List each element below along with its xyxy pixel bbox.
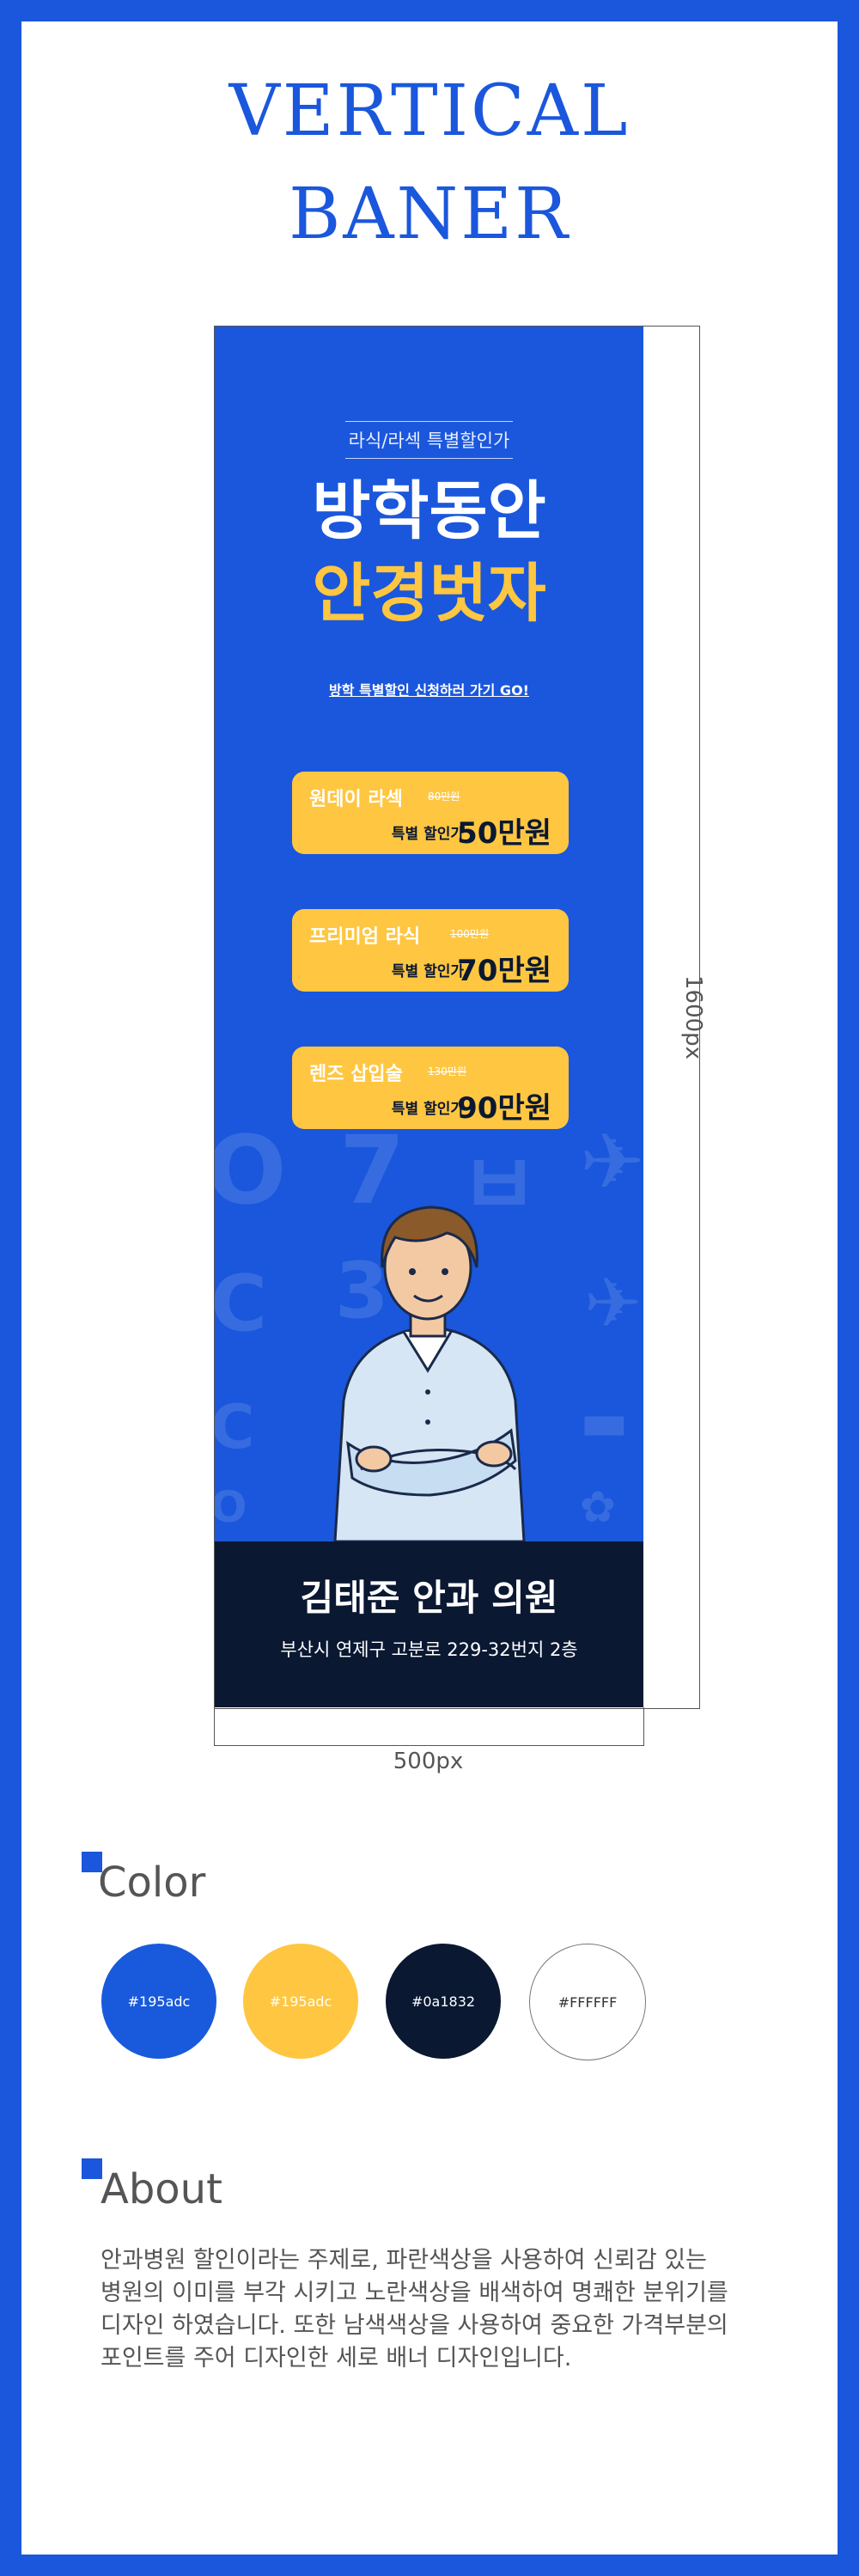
color-swatch: #195adc — [243, 1944, 358, 2059]
offer-name: 프리미엄 라식 — [309, 926, 421, 948]
offer-old-price: 100만원 — [450, 928, 489, 940]
offer-price: 50만원 — [457, 816, 551, 851]
butterfly-icon: ✿ — [580, 1482, 616, 1532]
color-swatch: #195adc — [101, 1944, 216, 2059]
offer-old-price: 80만원 — [428, 791, 460, 803]
eye-chart-c-icon: C — [215, 1259, 268, 1349]
offer-price: 90만원 — [457, 1091, 551, 1126]
about-paragraph: 안과병원 할인이라는 주제로, 파란색상을 사용하여 신뢰감 있는 병원의 이미… — [101, 2244, 788, 2375]
height-dimension-label: 1600px — [680, 975, 706, 1060]
clinic-name: 김태준 안과 의원 — [300, 1577, 558, 1619]
offer-label: 특별 할인가 — [391, 1101, 464, 1118]
clinic-address: 부산시 연제구 고분로 229-32번지 2층 — [280, 1639, 578, 1660]
about-section-title: About — [101, 2165, 222, 2213]
offer-card: 프리미엄 라식 100만원 특별 할인가 70만원 — [292, 909, 569, 992]
banner-headline-yellow: 안경벗자 — [312, 557, 546, 631]
about-line: 포인트를 주어 디자인한 세로 배너 디자인입니다. — [101, 2345, 572, 2372]
dimension-frame-bottom — [214, 1707, 644, 1746]
offer-name: 렌즈 삽입술 — [309, 1064, 403, 1085]
about-line: 안과병원 할인이라는 주제로, 파란색상을 사용하여 신뢰감 있는 — [101, 2247, 707, 2274]
offer-old-price: 130만원 — [428, 1065, 466, 1077]
doctor-illustration — [333, 1206, 526, 1541]
banner-subtitle: 라식/라섹 특별할인가 — [215, 421, 643, 459]
eye-chart-o-small-icon: O — [215, 1482, 247, 1532]
title-line-2: BANER — [289, 174, 570, 255]
airplane-icon: ✈ — [584, 1263, 643, 1343]
offer-label: 특별 할인가 — [391, 826, 464, 843]
offer-name: 원데이 라섹 — [309, 789, 403, 810]
color-swatch: #FFFFFF — [529, 1944, 646, 2060]
width-dimension-label: 500px — [393, 1749, 464, 1774]
bird-icon: ✈ — [580, 1117, 643, 1207]
eye-chart-c-small-icon: C — [215, 1392, 255, 1462]
offer-price: 70만원 — [457, 954, 551, 988]
about-section-marker — [82, 2158, 102, 2179]
about-line: 디자인 하였습니다. 또한 남색색상을 사용하여 중요한 가격부분의 — [101, 2312, 728, 2339]
color-section-title: Color — [98, 1859, 206, 1907]
banner-headline-white: 방학동안 — [312, 474, 546, 548]
offer-card: 원데이 라섹 80만원 특별 할인가 50만원 — [292, 772, 569, 854]
about-line: 병원의 이미를 부각 시키고 노란색상을 배색하여 명쾌한 분위기를 — [101, 2280, 728, 2306]
offer-label: 특별 할인가 — [391, 963, 464, 980]
vertical-banner: O 7 ㅂ ✈ C 3 ✈ C ▬ O ✿ 라식/라섹 특별할인가 방학동안 안… — [215, 327, 643, 1541]
color-swatch: #0a1832 — [386, 1944, 501, 2059]
offer-card: 렌즈 삽입술 130만원 특별 할인가 90만원 — [292, 1047, 569, 1129]
title-line-1: VERTICAL — [228, 70, 631, 152]
eye-chart-ring-icon: O — [215, 1115, 287, 1225]
banner-footer: 김태준 안과 의원 부산시 연제구 고분로 229-32번지 2층 — [215, 1541, 643, 1707]
car-icon: ▬ — [580, 1392, 629, 1452]
cta-link[interactable]: 방학 특별할인 신청하러 가기 GO! — [215, 679, 643, 699]
page-title: VERTICAL BANER — [0, 60, 859, 266]
